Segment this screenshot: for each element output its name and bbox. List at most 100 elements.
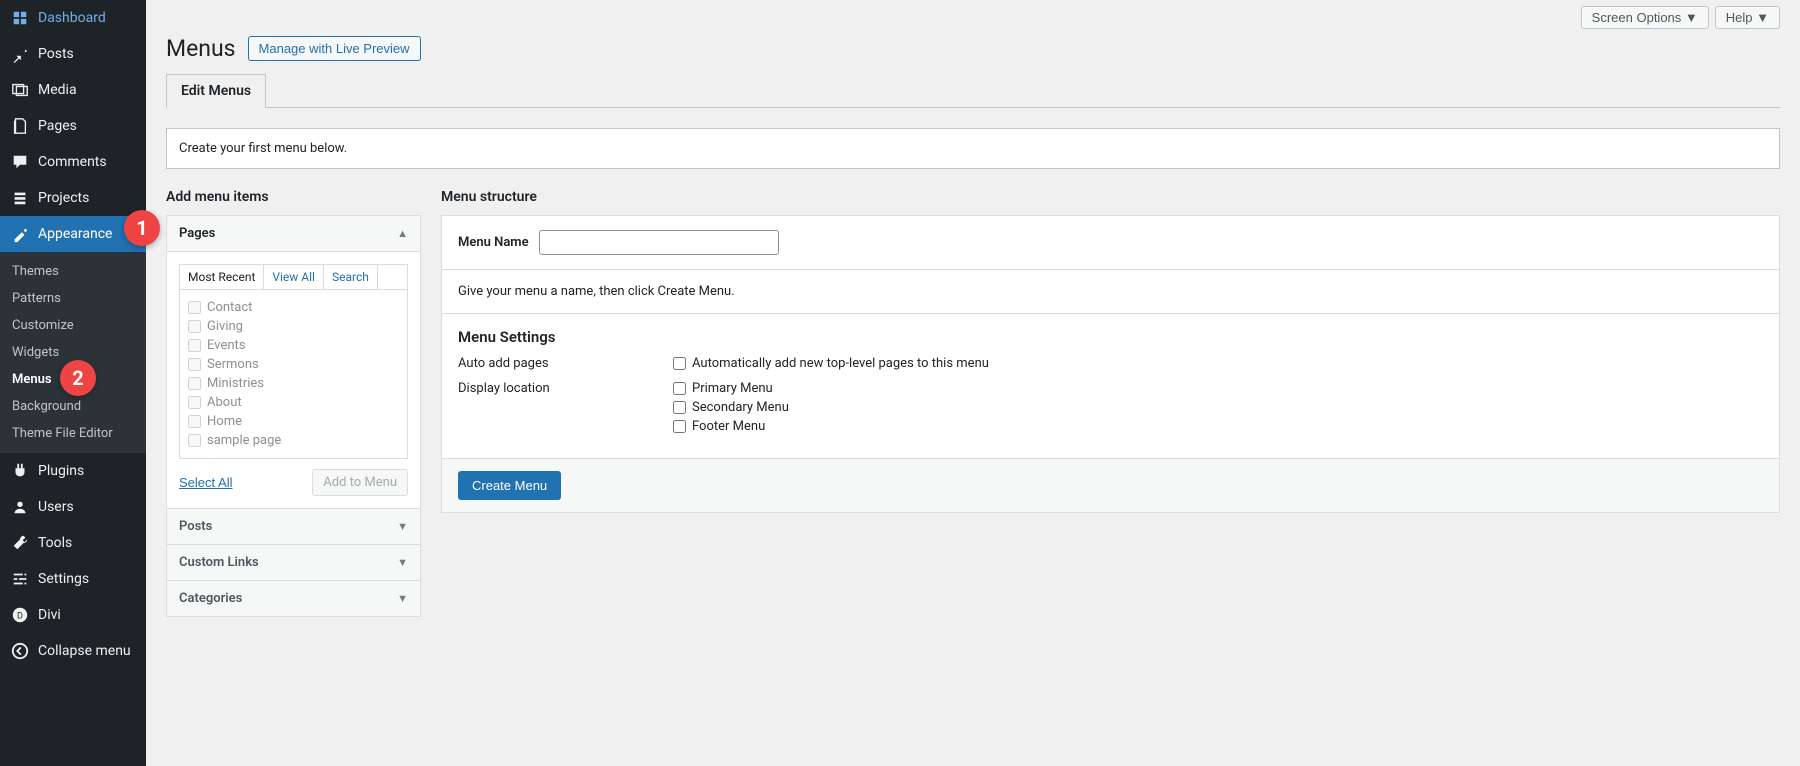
- svg-text:D: D: [17, 612, 23, 622]
- page-checkbox[interactable]: [188, 339, 201, 352]
- page-checkbox[interactable]: [188, 358, 201, 371]
- sidebar-item-appearance[interactable]: Appearance1: [0, 216, 146, 252]
- projects-icon: [10, 188, 30, 208]
- location-checkbox[interactable]: [673, 401, 686, 414]
- page-label: Events: [207, 338, 245, 353]
- menu-name-input[interactable]: [539, 230, 779, 255]
- notice: Create your first menu below.: [166, 128, 1780, 169]
- sidebar-item-label: Media: [38, 82, 77, 98]
- location-checkbox[interactable]: [673, 420, 686, 433]
- sidebar-item-label: Plugins: [38, 463, 84, 479]
- collapse-menu[interactable]: Collapse menu: [0, 633, 146, 669]
- pages-icon: [10, 116, 30, 136]
- sidebar-sub-customize[interactable]: Customize: [0, 312, 146, 339]
- location-option[interactable]: Footer Menu: [673, 419, 789, 434]
- add-items-heading: Add menu items: [166, 189, 421, 205]
- collapse-label: Collapse menu: [38, 643, 131, 659]
- tab-edit-menus[interactable]: Edit Menus: [166, 74, 266, 108]
- sidebar-item-settings[interactable]: Settings: [0, 561, 146, 597]
- accordion-title: Posts: [179, 519, 212, 534]
- accordion-header[interactable]: Categories ▼: [167, 581, 420, 616]
- dashboard-icon: [10, 8, 30, 28]
- divi-icon: D: [10, 605, 30, 625]
- select-all-link[interactable]: Select All: [179, 475, 232, 490]
- sidebar-item-label: Projects: [38, 190, 89, 206]
- sidebar-sub-background[interactable]: Background: [0, 393, 146, 420]
- auto-add-label: Auto add pages: [458, 356, 673, 375]
- settings-icon: [10, 569, 30, 589]
- sidebar-item-tools[interactable]: Tools: [0, 525, 146, 561]
- display-location-label: Display location: [458, 381, 673, 438]
- sidebar-item-label: Dashboard: [38, 10, 106, 26]
- location-checkbox[interactable]: [673, 382, 686, 395]
- auto-add-checkbox[interactable]: [673, 357, 686, 370]
- chevron-up-icon: ▲: [397, 227, 408, 240]
- inner-tab-search[interactable]: Search: [324, 265, 378, 289]
- menu-settings-title: Menu Settings: [458, 328, 1763, 346]
- sidebar-item-comments[interactable]: Comments: [0, 144, 146, 180]
- appearance-icon: [10, 224, 30, 244]
- accordion-header[interactable]: Posts ▼: [167, 509, 420, 544]
- page-label: Ministries: [207, 376, 264, 391]
- admin-sidebar: Dashboard Posts Media Pages Comments Projects…: [0, 0, 146, 766]
- pin-icon: [10, 44, 30, 64]
- page-checkbox[interactable]: [188, 320, 201, 333]
- screen-options-button[interactable]: Screen Options ▼: [1581, 6, 1709, 29]
- location-option[interactable]: Secondary Menu: [673, 400, 789, 415]
- page-checkbox[interactable]: [188, 377, 201, 390]
- page-title: Menus: [166, 35, 236, 62]
- page-label: Contact: [207, 300, 252, 315]
- page-label: About: [207, 395, 242, 410]
- location-option[interactable]: Primary Menu: [673, 381, 789, 396]
- accordion-title: Custom Links: [179, 555, 259, 570]
- page-checkbox[interactable]: [188, 415, 201, 428]
- page-label: Sermons: [207, 357, 259, 372]
- menu-hint: Give your menu a name, then click Create…: [458, 284, 1763, 299]
- tools-icon: [10, 533, 30, 553]
- page-label: Giving: [207, 319, 243, 334]
- menu-structure-heading: Menu structure: [441, 189, 1780, 205]
- sidebar-item-posts[interactable]: Posts: [0, 36, 146, 72]
- page-label: sample page: [207, 433, 281, 448]
- accordion-title: Categories: [179, 591, 242, 606]
- page-label: Home: [207, 414, 242, 429]
- accordion-custom-links: Custom Links ▼: [166, 544, 421, 581]
- help-button[interactable]: Help ▼: [1715, 6, 1780, 29]
- manage-live-preview-button[interactable]: Manage with Live Preview: [248, 36, 421, 61]
- create-menu-button[interactable]: Create Menu: [458, 471, 561, 500]
- page-checkbox[interactable]: [188, 396, 201, 409]
- users-icon: [10, 497, 30, 517]
- sidebar-item-dashboard[interactable]: Dashboard: [0, 0, 146, 36]
- sidebar-item-projects[interactable]: Projects: [0, 180, 146, 216]
- media-icon: [10, 80, 30, 100]
- accordion-header[interactable]: Custom Links ▼: [167, 545, 420, 580]
- sidebar-item-label: Divi: [38, 607, 61, 623]
- sidebar-item-media[interactable]: Media: [0, 72, 146, 108]
- chevron-down-icon: ▼: [397, 592, 408, 605]
- page-checkbox[interactable]: [188, 434, 201, 447]
- auto-add-option[interactable]: Automatically add new top-level pages to…: [673, 356, 989, 371]
- sidebar-item-divi[interactable]: D Divi: [0, 597, 146, 633]
- main-content: Screen Options ▼ Help ▼ Menus Manage wit…: [146, 0, 1800, 766]
- sidebar-item-plugins[interactable]: Plugins: [0, 453, 146, 489]
- sidebar-item-pages[interactable]: Pages: [0, 108, 146, 144]
- sidebar-item-users[interactable]: Users: [0, 489, 146, 525]
- page-checkbox[interactable]: [188, 301, 201, 314]
- sidebar-sub-themes[interactable]: Themes: [0, 258, 146, 285]
- inner-tab-view-all[interactable]: View All: [264, 265, 324, 289]
- annotation-badge-2: 2: [60, 360, 96, 396]
- sidebar-item-label: Comments: [38, 154, 107, 170]
- sidebar-sub-patterns[interactable]: Patterns: [0, 285, 146, 312]
- chevron-down-icon: ▼: [397, 520, 408, 533]
- add-to-menu-button: Add to Menu: [312, 469, 408, 496]
- sidebar-sub-menus[interactable]: Menus2: [0, 366, 146, 393]
- accordion-header[interactable]: Pages▲: [167, 216, 420, 251]
- annotation-badge-1: 1: [124, 210, 160, 246]
- menu-structure-panel: Menu Name Give your menu a name, then cl…: [441, 215, 1780, 513]
- inner-tab-most-recent[interactable]: Most Recent: [180, 265, 264, 289]
- chevron-down-icon: ▼: [397, 556, 408, 569]
- nav-tabs: Edit Menus: [166, 74, 1780, 108]
- sidebar-item-label: Pages: [38, 118, 77, 134]
- sidebar-sub-theme-file-editor[interactable]: Theme File Editor: [0, 420, 146, 447]
- comments-icon: [10, 152, 30, 172]
